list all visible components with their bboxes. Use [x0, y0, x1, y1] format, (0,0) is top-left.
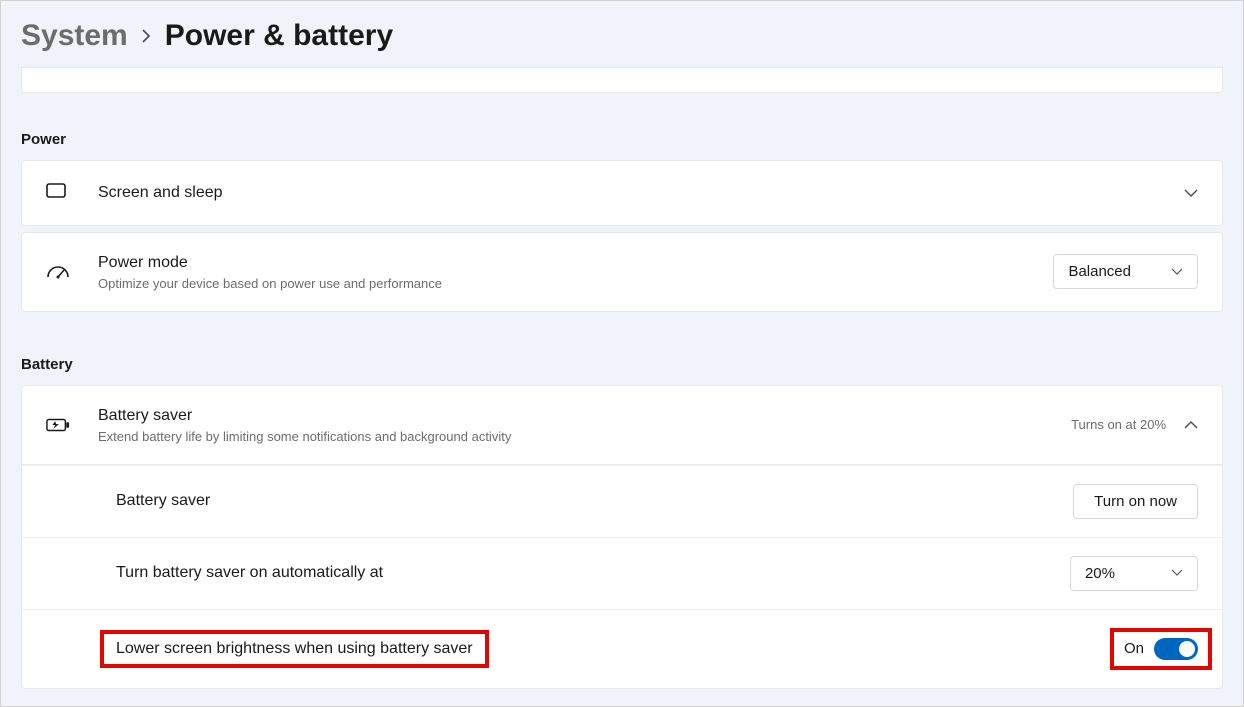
- power-mode-row[interactable]: Power mode Optimize your device based on…: [21, 232, 1223, 312]
- divider: [21, 67, 1223, 93]
- screen-sleep-icon: [46, 181, 70, 205]
- battery-saver-title: Battery saver: [98, 406, 1071, 427]
- auto-on-value: 20%: [1085, 565, 1115, 582]
- turn-on-now-button[interactable]: Turn on now: [1073, 484, 1198, 519]
- brightness-toggle-state: On: [1124, 640, 1144, 657]
- battery-saver-status: Turns on at 20%: [1071, 417, 1166, 432]
- toggle-knob: [1179, 641, 1195, 657]
- chevron-down-icon: [1171, 266, 1183, 278]
- battery-saver-icon: [46, 413, 70, 437]
- power-mode-title: Power mode: [98, 253, 1053, 274]
- breadcrumb-current: Power & battery: [165, 19, 393, 53]
- battery-saver-subtitle: Extend battery life by limiting some not…: [98, 429, 1071, 444]
- section-header-power: Power: [1, 93, 1243, 160]
- chevron-down-icon: [1171, 567, 1183, 579]
- battery-saver-row[interactable]: Battery saver Extend battery life by lim…: [21, 385, 1223, 465]
- chevron-right-icon: [142, 28, 151, 48]
- brightness-row: Lower screen brightness when using batte…: [22, 609, 1222, 688]
- breadcrumb: System Power & battery: [1, 1, 1243, 67]
- brightness-toggle[interactable]: [1154, 638, 1198, 660]
- highlight-annotation: Lower screen brightness when using batte…: [100, 630, 489, 668]
- chevron-down-icon: [1184, 186, 1198, 200]
- chevron-up-icon: [1184, 418, 1198, 432]
- battery-saver-panel: Battery saver Turn on now Turn battery s…: [21, 465, 1223, 689]
- power-mode-value: Balanced: [1068, 263, 1131, 280]
- power-mode-subtitle: Optimize your device based on power use …: [98, 276, 1053, 291]
- screen-and-sleep-row[interactable]: Screen and sleep: [21, 160, 1223, 226]
- battery-saver-action-row: Battery saver Turn on now: [22, 465, 1222, 537]
- battery-saver-label: Battery saver: [116, 492, 1073, 510]
- power-mode-dropdown[interactable]: Balanced: [1053, 254, 1198, 289]
- screen-and-sleep-title: Screen and sleep: [98, 183, 1184, 204]
- auto-on-label: Turn battery saver on automatically at: [116, 564, 1070, 582]
- brightness-label: Lower screen brightness when using batte…: [116, 640, 473, 658]
- auto-on-row: Turn battery saver on automatically at 2…: [22, 537, 1222, 609]
- highlight-annotation: On: [1110, 628, 1212, 670]
- auto-on-dropdown[interactable]: 20%: [1070, 556, 1198, 591]
- breadcrumb-parent[interactable]: System: [21, 19, 128, 53]
- section-header-battery: Battery: [1, 318, 1243, 385]
- power-mode-icon: [46, 260, 70, 284]
